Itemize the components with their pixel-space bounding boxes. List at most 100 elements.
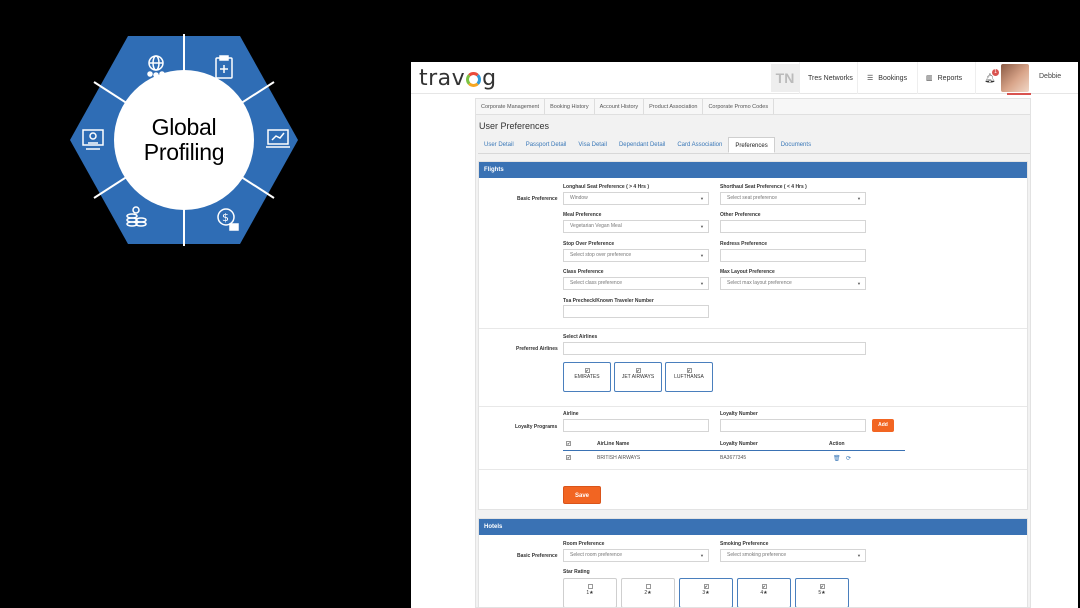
avatar[interactable] [1001,64,1029,92]
chevron-down-icon: ▼ [857,281,861,286]
nav-company[interactable]: Tres Networks [799,62,857,94]
redress-input[interactable] [720,249,866,262]
screenshot-stage: $ Global Profiling trav g TN Tres Networ… [0,0,1080,608]
star-chip-label: 3★ [702,590,710,596]
redress-label: Redress Preference [720,241,767,247]
max-layout-value: Select max layout preference [727,280,792,286]
checkbox-checked-icon: ✔ [635,368,641,373]
logo-ring-icon [466,72,482,87]
room-label: Room Preference [563,541,605,547]
meal-value: Vegetarian Vegan Meal [570,223,622,229]
other-preference-input[interactable] [720,220,866,233]
stopover-select[interactable]: Select stop over preference ▼ [563,249,709,262]
smoking-value: Select smoking preference [727,552,787,558]
airline-input[interactable] [563,419,709,432]
meal-label: Meal Preference [563,212,602,218]
subtab-corporate-promo-codes[interactable]: Corporate Promo Codes [703,99,775,114]
airline-field-label: Airline [563,411,579,417]
room-value: Select room preference [570,552,622,558]
longhaul-select[interactable]: Window ▼ [563,192,709,205]
star-chip-2[interactable]: 2★ [621,578,675,607]
app-window: trav g TN Tres Networks ☰ Bookings ▥ Repo… [411,62,1078,608]
svg-text:$: $ [222,211,229,224]
user-name[interactable]: Debbie [1039,73,1061,80]
loyalty-programs-label: Loyalty Programs [515,424,558,430]
star-chip-4[interactable]: ✔ 4★ [737,578,791,607]
content-panel: Corporate Management Booking History Acc… [475,98,1031,608]
loyalty-number-input[interactable] [720,419,866,432]
nav-reports[interactable]: ▥ Reports [917,62,975,94]
global-profiling-hexagon: $ Global Profiling [66,32,302,248]
room-select[interactable]: Select room preference ▼ [563,549,709,562]
select-airlines-label: Select Airlines [563,334,598,340]
chevron-down-icon: ▼ [700,553,704,558]
chevron-down-icon: ▼ [700,253,704,258]
travog-logo[interactable]: trav g [419,64,497,92]
checkbox-checked-icon: ✔ [761,584,767,589]
company-badge: TN [771,64,799,92]
smoking-label: Smoking Preference [720,541,769,547]
row-checkbox[interactable]: ✔ [566,455,571,460]
nav-reports-label: Reports [937,74,963,82]
tab-passport-detail[interactable]: Passport Detail [520,137,573,153]
airline-chip-jet-airways[interactable]: ✔ JET AIRWAYS [614,362,662,392]
tab-card-association[interactable]: Card Association [671,137,728,153]
add-loyalty-button[interactable]: Add [872,419,894,432]
logo-text-end: g [482,65,497,91]
subtab-account-history[interactable]: Account History [595,99,645,114]
subtab-booking-history[interactable]: Booking History [545,99,595,114]
class-value: Select class preference [570,280,622,286]
hexagon-graphic: $ [70,34,298,246]
star-chip-5[interactable]: ✔ 5★ [795,578,849,607]
airline-chip-emirates[interactable]: ✔ EMIRATES [563,362,611,392]
nav-bookings[interactable]: ☰ Bookings [857,62,917,94]
hotels-basic-preference-label: Basic Preference [517,553,558,559]
checkbox-checked-icon: ✔ [703,584,709,589]
top-navbar: trav g TN Tres Networks ☰ Bookings ▥ Repo… [411,62,1078,95]
tsa-input[interactable] [563,305,709,318]
nav-bookings-label: Bookings [878,74,908,82]
chevron-down-icon: ▼ [700,281,704,286]
subtab-product-association[interactable]: Product Association [644,99,704,114]
save-button[interactable]: Save [563,486,601,504]
profile-tabs: User Detail Passport Detail Visa Detail … [478,137,1030,154]
tab-documents[interactable]: Documents [775,137,817,153]
class-select[interactable]: Select class preference ▼ [563,277,709,290]
edit-icon[interactable]: ⟳ [846,455,851,462]
subtab-corporate-management[interactable]: Corporate Management [476,99,546,114]
center-circle [114,70,254,210]
page-title: User Preferences [479,121,550,131]
stopover-value: Select stop over preference [570,252,632,258]
row-loyalty-number: BA3677345 [720,455,747,461]
trash-icon[interactable]: 🗑︎ [833,455,841,462]
checkbox-empty-icon [587,584,593,589]
shorthaul-value: Select seat preference [727,195,778,201]
max-layout-label: Max Layout Preference [720,269,775,275]
select-all-checkbox[interactable]: ✔ [566,441,571,446]
chevron-down-icon: ▼ [700,196,704,201]
tab-dependant-detail[interactable]: Dependant Detail [613,137,671,153]
shorthaul-select[interactable]: Select seat preference ▼ [720,192,866,205]
divider [479,328,1027,329]
star-chip-3[interactable]: ✔ 3★ [679,578,733,607]
col-action: Action [829,441,845,447]
class-label: Class Preference [563,269,604,275]
divider [479,469,1027,470]
star-chip-label: 4★ [760,590,768,596]
select-airlines-input[interactable] [563,342,866,355]
airline-chip-lufthansa[interactable]: ✔ LUFTHANSA [665,362,713,392]
max-layout-select[interactable]: Select max layout preference ▼ [720,277,866,290]
chevron-down-icon: ▼ [700,224,704,229]
tab-user-detail[interactable]: User Detail [478,137,520,153]
star-rating-label: Star Rating [563,569,590,575]
checkbox-checked-icon: ✔ [584,368,590,373]
star-chip-1[interactable]: 1★ [563,578,617,607]
smoking-select[interactable]: Select smoking preference ▼ [720,549,866,562]
airline-chip-label: JET AIRWAYS [621,374,655,380]
other-preference-label: Other Preference [720,212,761,218]
tab-visa-detail[interactable]: Visa Detail [572,137,613,153]
divider [479,406,1027,407]
row-airline-name: BRITISH AIRWAYS [597,455,641,461]
meal-select[interactable]: Vegetarian Vegan Meal ▼ [563,220,709,233]
tab-preferences[interactable]: Preferences [728,137,775,153]
